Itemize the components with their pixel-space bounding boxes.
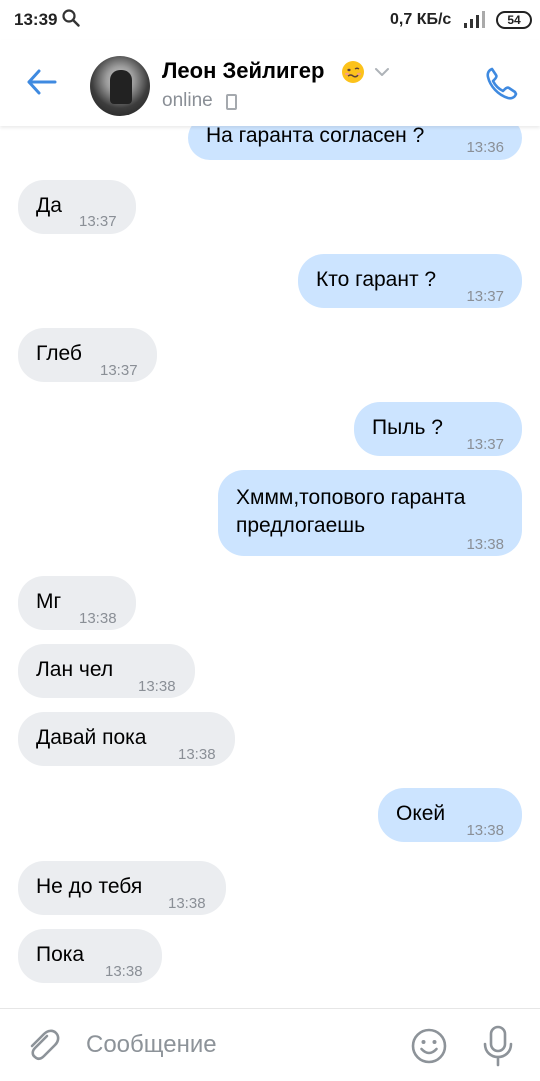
message-time: 13:38 bbox=[105, 963, 143, 980]
message-text: Кто гарант ? bbox=[316, 268, 437, 291]
message-time: 13:38 bbox=[79, 610, 117, 627]
smile-icon[interactable] bbox=[410, 1027, 448, 1065]
message-text: Давай пока bbox=[36, 726, 147, 749]
message-outgoing[interactable]: Кто гарант ? 13:37 bbox=[298, 254, 522, 308]
message-text: Пока bbox=[36, 943, 85, 966]
message-incoming[interactable]: Пока 13:38 bbox=[18, 929, 162, 983]
message-time: 13:37 bbox=[100, 362, 138, 379]
chat-header: Леон Зейлигер online bbox=[0, 40, 540, 126]
message-list[interactable]: На гаранта согласен ? 13:36 Да 13:37 Кто… bbox=[0, 0, 540, 1000]
message-time: 13:36 bbox=[466, 139, 504, 156]
message-time: 13:37 bbox=[466, 288, 504, 305]
message-text: Мг bbox=[36, 590, 62, 613]
message-text: Окей bbox=[396, 802, 446, 825]
battery-icon: 54 bbox=[496, 11, 532, 29]
search-icon bbox=[62, 9, 80, 27]
message-time: 13:38 bbox=[466, 822, 504, 839]
message-time: 13:37 bbox=[79, 213, 117, 230]
message-outgoing[interactable]: Хммм,топового гаранта предлогаешь 13:38 bbox=[218, 470, 522, 556]
message-text: Пыль ? bbox=[372, 416, 443, 439]
message-incoming[interactable]: Лан чел 13:38 bbox=[18, 644, 195, 698]
message-text: Не до тебя bbox=[36, 875, 143, 898]
message-time: 13:38 bbox=[138, 678, 176, 695]
message-text: Глеб bbox=[36, 342, 82, 365]
message-time: 13:38 bbox=[178, 746, 216, 763]
message-text-line: предлогаешь bbox=[236, 514, 366, 537]
phone-icon[interactable] bbox=[482, 64, 522, 104]
message-incoming[interactable]: Глеб 13:37 bbox=[18, 328, 157, 382]
status-time: 13:39 bbox=[14, 10, 58, 29]
message-time: 13:37 bbox=[466, 436, 504, 453]
signal-icon bbox=[464, 11, 485, 28]
chevron-down-icon[interactable] bbox=[374, 66, 390, 78]
paperclip-icon[interactable] bbox=[24, 1027, 60, 1063]
avatar-figure bbox=[110, 70, 132, 104]
status-bar: 13:39 0,7 КБ/с 54 bbox=[0, 0, 540, 40]
message-text: На гаранта согласен ? bbox=[206, 124, 425, 147]
message-outgoing[interactable]: Пыль ? 13:37 bbox=[354, 402, 522, 456]
mobile-device-icon bbox=[226, 94, 237, 110]
message-text-line: Хммм,топового гаранта bbox=[236, 486, 466, 509]
contact-status: online bbox=[162, 90, 213, 111]
message-text: Да bbox=[36, 194, 62, 217]
message-time: 13:38 bbox=[466, 536, 504, 553]
back-arrow-icon[interactable] bbox=[24, 64, 60, 100]
message-incoming[interactable]: Не до тебя 13:38 bbox=[18, 861, 226, 915]
message-incoming[interactable]: Давай пока 13:38 bbox=[18, 712, 235, 766]
microphone-icon[interactable] bbox=[482, 1025, 514, 1067]
message-composer bbox=[0, 1008, 540, 1081]
message-outgoing[interactable]: Окей 13:38 bbox=[378, 788, 522, 842]
message-incoming[interactable]: Да 13:37 bbox=[18, 180, 136, 234]
message-time: 13:38 bbox=[168, 895, 206, 912]
avatar[interactable] bbox=[90, 56, 150, 116]
message-incoming[interactable]: Мг 13:38 bbox=[18, 576, 136, 630]
contact-name[interactable]: Леон Зейлигер bbox=[162, 58, 324, 84]
network-speed: 0,7 КБ/с bbox=[390, 11, 452, 28]
message-input[interactable] bbox=[86, 1027, 386, 1063]
woozy-face-emoji-icon bbox=[342, 61, 364, 83]
message-text: Лан чел bbox=[36, 658, 114, 681]
